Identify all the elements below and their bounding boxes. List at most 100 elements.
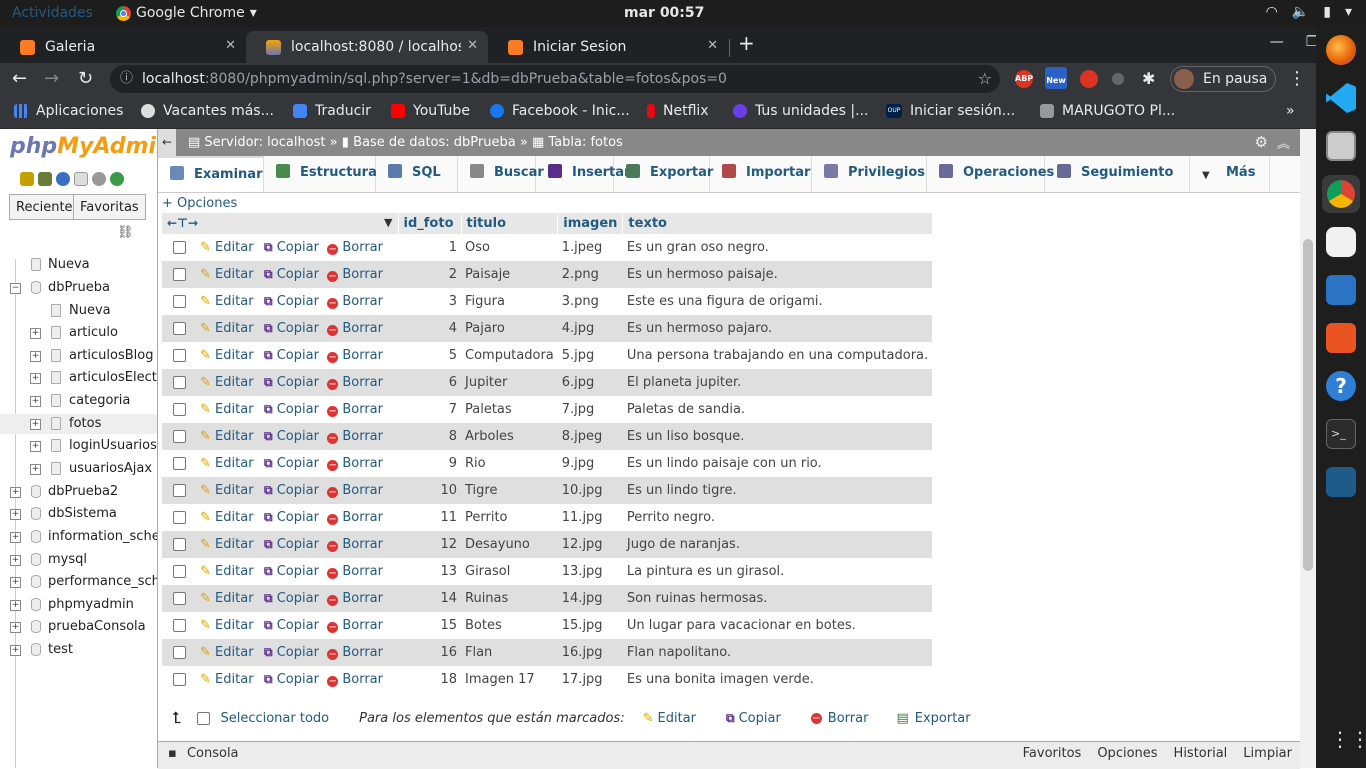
cell-id-foto[interactable]: 9 <box>398 450 461 477</box>
tree-item[interactable]: + pruebaConsola <box>0 617 157 637</box>
rhythmbox-icon[interactable] <box>1326 227 1356 257</box>
delete-link[interactable]: Borrar <box>342 402 383 417</box>
system-tray[interactable]: ◠ 🔈 ▮ ▾ <box>1266 4 1352 20</box>
expand-icon[interactable]: + <box>30 464 41 475</box>
writer-icon[interactable] <box>1326 275 1356 305</box>
cell-titulo[interactable]: Paletas <box>461 396 558 423</box>
copy-link[interactable]: Copiar <box>277 402 319 417</box>
row-checkbox[interactable] <box>172 349 186 362</box>
cell-imagen[interactable]: 7.jpg <box>558 396 623 423</box>
cell-imagen[interactable]: 8.jpeg <box>557 423 623 450</box>
tab-phpmyadmin[interactable]: localhost:8080 / localhost ✕ <box>246 31 488 63</box>
copy-link[interactable]: Copiar <box>277 672 319 687</box>
profile-button[interactable]: En pausa <box>1170 66 1276 92</box>
expand-icon[interactable]: + <box>10 532 21 543</box>
console-favorites[interactable]: Favoritos <box>1023 742 1082 766</box>
column-header-titulo[interactable]: titulo <box>461 213 559 234</box>
breadcrumb-table[interactable]: Tabla: fotos <box>548 135 622 150</box>
select-all-label[interactable]: Seleccionar todo <box>220 711 329 726</box>
row-checkbox[interactable] <box>172 376 186 389</box>
vscode-icon[interactable] <box>1326 83 1356 113</box>
cell-id-foto[interactable]: 11 <box>398 504 461 531</box>
favorites-button[interactable]: Favoritas <box>73 194 146 220</box>
cell-texto[interactable]: Es un lindo paisaje con un rio. <box>623 450 932 477</box>
cell-texto[interactable]: Es un gran oso negro. <box>623 234 932 261</box>
select-all-checkbox[interactable] <box>197 711 211 725</box>
activities-button[interactable]: Actividades <box>12 5 93 21</box>
cell-imagen[interactable]: 9.jpg <box>558 450 623 477</box>
cell-titulo[interactable]: Oso <box>461 234 558 261</box>
cell-titulo[interactable]: Desayuno <box>461 531 558 558</box>
minimize-icon[interactable]: — <box>1270 34 1284 50</box>
cell-texto[interactable]: Es un hermoso paisaje. <box>622 261 933 288</box>
tab-buscar[interactable]: Buscar <box>458 156 544 192</box>
cell-id-foto[interactable]: 5 <box>398 342 461 369</box>
row-checkbox[interactable] <box>172 565 186 578</box>
cell-imagen[interactable]: 12.jpg <box>557 531 623 558</box>
row-checkbox[interactable] <box>172 673 186 686</box>
tab-iniciar-sesion[interactable]: Iniciar Sesion ✕ <box>488 31 728 63</box>
expand-icon[interactable]: + <box>30 328 41 339</box>
row-checkbox[interactable] <box>172 322 186 335</box>
cell-titulo[interactable]: Tigre <box>461 477 558 504</box>
options-link[interactable]: + Opciones <box>162 196 237 211</box>
files-icon[interactable] <box>1326 131 1356 161</box>
bulk-edit-button[interactable]: Editar <box>658 711 697 726</box>
tree-item[interactable]: + test <box>0 640 157 660</box>
cell-titulo[interactable]: Girasol <box>461 558 558 585</box>
new-tab-button[interactable]: + <box>738 31 755 55</box>
stop-hand-icon[interactable] <box>1080 70 1098 88</box>
column-header-imagen[interactable]: imagen <box>557 213 624 234</box>
cell-titulo[interactable]: Jupiter <box>461 369 558 396</box>
tree-item[interactable]: + performance_schema <box>0 572 157 592</box>
tab-estructura[interactable]: Estructura <box>264 156 377 192</box>
expand-icon[interactable]: + <box>10 577 21 588</box>
column-header-texto[interactable]: texto <box>622 213 933 234</box>
breadcrumb-database[interactable]: Base de datos: dbPrueba <box>353 135 516 150</box>
tree-item[interactable]: + mysql <box>0 550 157 570</box>
edit-link[interactable]: Editar <box>215 294 254 309</box>
cell-id-foto[interactable]: 3 <box>398 288 461 315</box>
mysql-workbench-icon[interactable] <box>1326 467 1356 497</box>
copy-link[interactable]: Copiar <box>277 267 319 282</box>
bookmark-oup[interactable]: OUP Iniciar sesión... <box>886 103 1015 119</box>
delete-link[interactable]: Borrar <box>342 483 383 498</box>
cell-texto[interactable]: Una persona trabajando en una computador… <box>623 342 932 369</box>
bookmark-youtube[interactable]: YouTube <box>391 103 470 119</box>
edit-link[interactable]: Editar <box>215 321 254 336</box>
console-label[interactable]: Consola <box>187 746 239 761</box>
tab-examinar[interactable]: Examinar <box>158 156 264 192</box>
cell-imagen[interactable]: 5.jpg <box>558 342 623 369</box>
tree-item[interactable]: + articulosBlog <box>0 346 157 366</box>
logout-icon[interactable] <box>38 172 52 186</box>
chevron-down-icon[interactable]: ▼ <box>384 216 392 229</box>
page-scrollbar[interactable] <box>1300 129 1316 768</box>
row-checkbox[interactable] <box>172 403 186 416</box>
cell-titulo[interactable]: Pajaro <box>461 315 558 342</box>
copy-link[interactable]: Copiar <box>277 564 319 579</box>
copy-link[interactable]: Copiar <box>277 537 319 552</box>
cell-id-foto[interactable]: 12 <box>398 531 461 558</box>
cell-imagen[interactable]: 13.jpg <box>558 558 623 585</box>
cell-id-foto[interactable]: 15 <box>398 612 461 639</box>
software-icon[interactable] <box>1326 323 1356 353</box>
expand-icon[interactable]: + <box>10 509 21 520</box>
address-bar[interactable]: ⓘ localhost:8080/phpmyadmin/sql.php?serv… <box>110 65 1000 93</box>
cell-texto[interactable]: El planeta jupiter. <box>622 369 933 396</box>
tree-item[interactable]: Nueva <box>0 301 157 321</box>
cell-titulo[interactable]: Paisaje <box>461 261 558 288</box>
cell-id-foto[interactable]: 2 <box>398 261 461 288</box>
expand-icon[interactable]: + <box>10 645 21 656</box>
edit-link[interactable]: Editar <box>215 456 254 471</box>
row-checkbox[interactable] <box>172 511 186 524</box>
edit-link[interactable]: Editar <box>215 402 254 417</box>
row-checkbox[interactable] <box>172 484 186 497</box>
help-icon[interactable]: ? <box>1326 371 1356 401</box>
cell-imagen[interactable]: 3.png <box>558 288 623 315</box>
delete-link[interactable]: Borrar <box>342 537 383 552</box>
forward-arrow-icon[interactable]: → <box>44 68 59 89</box>
info-icon[interactable]: ⓘ <box>120 65 133 93</box>
edit-link[interactable]: Editar <box>215 645 254 660</box>
cell-id-foto[interactable]: 16 <box>398 639 461 666</box>
cell-texto[interactable]: Un lugar para vacacionar en botes. <box>623 612 932 639</box>
